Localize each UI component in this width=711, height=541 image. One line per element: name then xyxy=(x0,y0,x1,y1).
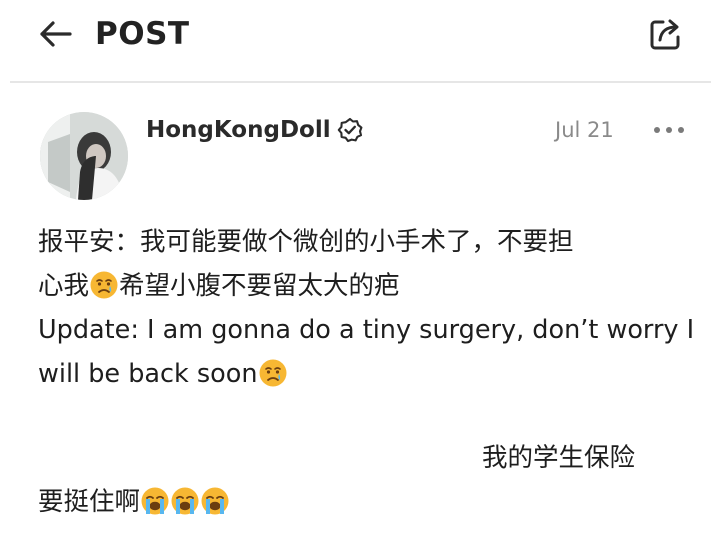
verified-badge-icon xyxy=(337,116,365,144)
page-title: POST xyxy=(95,16,190,52)
username[interactable]: HongKongDoll xyxy=(146,117,331,143)
post-line-3: Update: I am gonna do a tiny surgery, do… xyxy=(38,308,694,352)
avatar[interactable] xyxy=(40,112,128,200)
loudly-crying-face-emoji xyxy=(140,486,170,516)
share-icon xyxy=(650,19,680,50)
post-text: 我的学生保险 xyxy=(482,443,636,473)
post-line-5: 我的学生保险 xyxy=(482,436,682,480)
post-text: 要挺住啊 xyxy=(38,487,141,517)
top-bar: POST xyxy=(0,0,711,83)
arrow-left-icon xyxy=(40,21,72,47)
back-button[interactable] xyxy=(36,14,76,54)
header-divider xyxy=(10,81,711,83)
post-text: 希望小腹不要留太大的疤 xyxy=(119,271,400,301)
more-dots-icon xyxy=(654,127,684,133)
post-date: Jul 21 xyxy=(555,118,614,142)
avatar-photo xyxy=(40,112,128,200)
loudly-crying-face-emoji xyxy=(170,486,200,516)
post-line-6: 要挺住啊 xyxy=(38,480,678,524)
post-line-4: will be back soon xyxy=(38,352,678,396)
post-text: Update: I am gonna do a tiny surgery, do… xyxy=(38,315,695,345)
post-text: will be back soon xyxy=(38,359,258,389)
crying-face-emoji xyxy=(258,358,288,388)
post-text: 报平安：我可能要做个微创的小手术了，不要担 xyxy=(38,227,574,257)
post-text: 心我 xyxy=(38,271,90,301)
author-row: HongKongDoll xyxy=(146,114,365,146)
crying-face-emoji xyxy=(89,270,119,300)
post-line-1: 报平安：我可能要做个微创的小手术了，不要担 xyxy=(38,220,678,264)
more-options-button[interactable] xyxy=(652,120,686,140)
post-line-2: 心我 希望小腹不要留太大的疤 xyxy=(38,264,678,308)
share-button[interactable] xyxy=(646,12,686,56)
loudly-crying-face-emoji xyxy=(200,486,230,516)
